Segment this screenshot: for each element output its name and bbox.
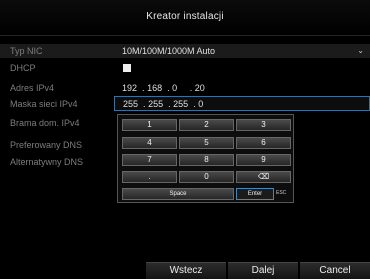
mask-segment: 255 [123,99,139,109]
key-9[interactable]: 9 [236,154,291,166]
ipv4-field[interactable]: 192 . 168 . 0 . 20 [114,81,370,95]
back-button[interactable]: Wstecz [146,262,226,279]
ipv4-segment: 168 [147,83,163,93]
mask-field[interactable]: 255 . 255 . 255 . 0 [114,96,370,111]
dhcp-label: DHCP [10,63,36,73]
mask-segment: 0 [198,99,204,109]
key-6[interactable]: 6 [236,137,291,149]
dhcp-row: DHCP [0,61,370,75]
ip-dot: . [165,99,171,109]
space-key[interactable]: Space [122,188,234,200]
key-0[interactable]: 0 [179,171,234,183]
ip-dot: . [164,83,170,93]
nic-type-select[interactable]: 10M/100M/1000M Auto ⌄ [114,44,370,58]
key-8[interactable]: 8 [179,154,234,166]
mask-segment: 255 [148,99,164,109]
mask-segment: 255 [173,99,189,109]
ipv4-row: Adres IPv4 192 . 168 . 0 . 20 [0,81,370,95]
dialog-title: Kreator instalacji [146,11,224,22]
ip-dot: . [179,83,193,93]
ip-dot: . [139,83,145,93]
esc-key[interactable]: ESC [276,188,291,200]
ipv4-segment: 20 [194,83,205,93]
next-button[interactable]: Dalej [228,262,298,279]
cancel-button[interactable]: Cancel [300,262,370,279]
key-4[interactable]: 4 [122,137,177,149]
key-3[interactable]: 3 [236,119,291,131]
chevron-down-icon: ⌄ [357,46,364,55]
numeric-keypad: 1 2 3 4 5 6 7 8 9 . 0 ⌫ Space Enter ESC [117,114,294,203]
dialog-titlebar: Kreator instalacji [0,0,370,36]
key-5[interactable]: 5 [179,137,234,149]
nic-type-row: Typ NIC 10M/100M/1000M Auto ⌄ [0,44,370,58]
nic-type-label: Typ NIC [10,46,43,56]
ipv4-segment: 0 [172,83,178,93]
nic-type-value: 10M/100M/1000M Auto [122,46,216,56]
dns-alternate-label: Alternatywny DNS [10,157,84,167]
key-7[interactable]: 7 [122,154,177,166]
ip-dot: . [140,99,146,109]
backspace-icon: ⌫ [257,172,270,181]
key-2[interactable]: 2 [179,119,234,131]
ipv4-label: Adres IPv4 [10,83,55,93]
mask-row: Maska sieci IPv4 255 . 255 . 255 . 0 [0,96,370,111]
mask-label: Maska sieci IPv4 [10,99,78,109]
dhcp-checkbox[interactable] [123,64,131,72]
enter-key[interactable]: Enter [236,188,274,200]
ip-dot: . [190,99,196,109]
ipv4-segment: 192 [122,83,138,93]
key-dot[interactable]: . [122,171,177,183]
gateway-label: Brama dom. IPv4 [10,118,80,128]
dns-preferred-label: Preferowany DNS [10,140,83,150]
backspace-key[interactable]: ⌫ [236,171,291,183]
key-1[interactable]: 1 [122,119,177,131]
